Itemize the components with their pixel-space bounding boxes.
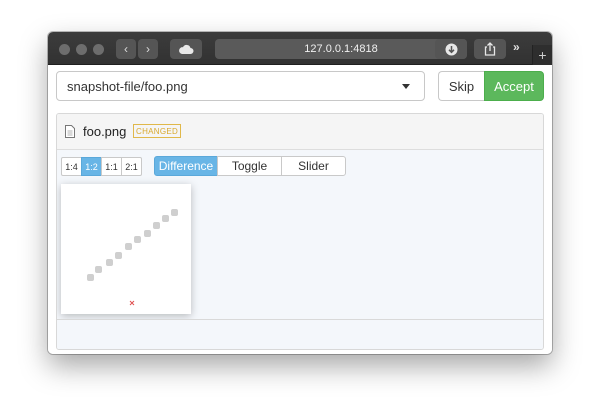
snapshot-footer [57,319,543,349]
chevron-down-icon [402,84,410,89]
browser-titlebar: ‹ › 127.0.0.1:4818 ↻ » [48,32,552,65]
back-icon: ‹ [124,42,128,56]
back-button[interactable]: ‹ [116,39,136,59]
mode-toggle-button[interactable]: Toggle [217,156,282,176]
accept-button[interactable]: Accept [484,71,544,101]
zoom-option[interactable]: 1:1 [101,157,122,176]
file-select[interactable]: snapshot-file/foo.png [56,71,425,101]
share-button[interactable] [474,39,506,59]
new-tab-icon: + [538,47,547,63]
snapshot-image [61,184,191,314]
cloud-icon [179,44,194,54]
mode-difference-button[interactable]: Difference [154,156,218,176]
skip-button[interactable]: Skip [438,71,484,101]
forward-button[interactable]: › [138,39,158,59]
cloud-tabs-button[interactable] [170,39,202,59]
snapshot-header: foo.png CHANGED [57,114,543,150]
view-mode-selector: Difference Toggle Slider [154,156,346,176]
zoom-selector: 1:4 1:2 1:1 2:1 [61,157,142,176]
forward-icon: › [146,42,150,56]
file-icon [65,125,75,138]
page-content: snapshot-file/foo.png Skip Accept foo.pn… [48,65,552,354]
browser-window: ‹ › 127.0.0.1:4818 ↻ » [48,32,552,354]
downloads-button[interactable] [435,39,467,59]
zoom-window-button[interactable] [93,44,104,55]
url-text: 127.0.0.1:4818 [304,43,378,55]
new-tab-button[interactable]: + [532,45,552,65]
close-window-button[interactable] [59,44,70,55]
difference-image [87,209,178,306]
zoom-option[interactable]: 1:4 [61,157,82,176]
file-name: foo.png [83,124,127,139]
diff-dots [87,209,178,281]
snapshot-panel: foo.png CHANGED 1:4 1:2 1:1 2:1 Differen… [56,113,544,350]
zoom-option-selected[interactable]: 1:2 [81,157,102,176]
download-icon [445,43,457,55]
status-badge: CHANGED [133,124,182,138]
mode-slider-button[interactable]: Slider [281,156,346,176]
share-icon [484,42,496,56]
file-select-value: snapshot-file/foo.png [67,78,188,94]
address-bar[interactable]: 127.0.0.1:4818 ↻ [215,39,467,59]
diff-mark [129,300,135,306]
overflow-icon[interactable]: » [513,40,520,54]
zoom-option[interactable]: 2:1 [121,157,142,176]
minimize-window-button[interactable] [76,44,87,55]
